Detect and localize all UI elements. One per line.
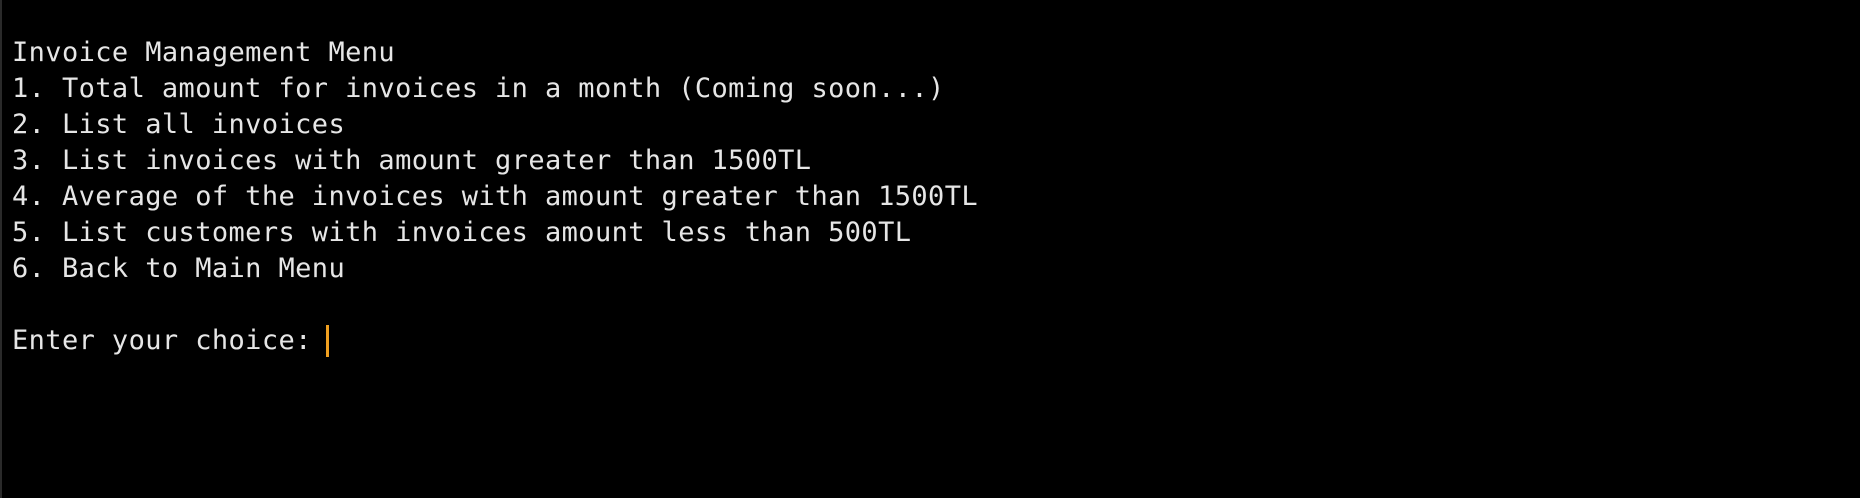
menu-option-4: 4. Average of the invoices with amount g… (12, 181, 979, 212)
terminal-window[interactable]: Invoice Management Menu 1. Total amount … (0, 0, 1860, 498)
menu-option-1: 1. Total amount for invoices in a month … (12, 73, 945, 104)
menu-option-2: 2. List all invoices (12, 109, 346, 140)
prompt-line[interactable]: Enter your choice: (12, 323, 1860, 359)
menu-option-6: 6. Back to Main Menu (12, 253, 346, 284)
prompt-label: Enter your choice: (12, 325, 312, 356)
menu-option-5: 5. List customers with invoices amount l… (12, 217, 912, 248)
terminal-output: Invoice Management Menu 1. Total amount … (12, 35, 1860, 359)
text-cursor (325, 325, 329, 357)
menu-option-3: 3. List invoices with amount greater tha… (12, 145, 812, 176)
menu-title: Invoice Management Menu (12, 37, 396, 68)
